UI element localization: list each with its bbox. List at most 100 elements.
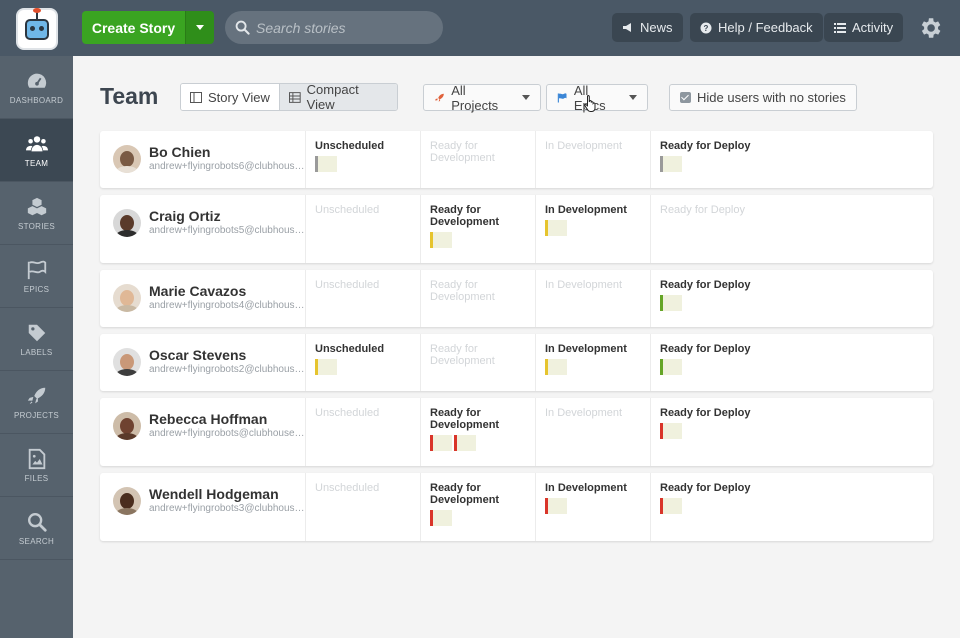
sidebar-item-label: TEAM (24, 158, 49, 168)
story-card-feature[interactable] (315, 359, 337, 375)
workflow-state-label: In Development (545, 407, 623, 419)
workflow-state-column: Unscheduled (306, 334, 421, 391)
question-icon: ? (700, 22, 712, 33)
all-projects-dropdown[interactable]: All Projects (423, 82, 541, 113)
dashboard-gauge-icon (27, 73, 46, 88)
member-info[interactable]: Craig Ortiz andrew+flyingrobots5@clubhous… (100, 195, 306, 263)
team-member-row[interactable]: Rebecca Hoffman andrew+flyingrobots@clubh… (100, 398, 933, 466)
all-projects-label: All Projects (451, 82, 499, 113)
stories-cubes-icon (27, 197, 46, 215)
team-users-icon (25, 135, 48, 151)
avatar[interactable] (113, 284, 141, 312)
team-member-row[interactable]: Wendell Hodgeman andrew+flyingrobots3@clu… (100, 473, 933, 541)
member-info[interactable]: Wendell Hodgeman andrew+flyingrobots3@clu… (100, 473, 306, 541)
sidebar-item-epics[interactable]: EPICS (0, 245, 73, 308)
team-member-row[interactable]: Bo Chien andrew+flyingrobots6@clubhouse.i… (100, 131, 933, 188)
story-card-feature[interactable] (545, 359, 567, 375)
member-info[interactable]: Marie Cavazos andrew+flyingrobots4@clubho… (100, 270, 306, 327)
workflow-state-label: Ready for Development (430, 279, 495, 303)
workflow-state-column: In Development (536, 334, 651, 391)
help-feedback-label: Help / Feedback (718, 20, 813, 35)
member-info[interactable]: Bo Chien andrew+flyingrobots6@clubhouse.i… (100, 131, 306, 188)
story-card-chore[interactable] (660, 359, 682, 375)
story-card-bug[interactable] (660, 498, 682, 514)
compact-view-button[interactable]: Compact View (279, 84, 397, 110)
story-card-bug[interactable] (430, 510, 452, 526)
workflow-state-label: Unscheduled (315, 204, 380, 216)
sidebar-item-label: STORIES (17, 221, 56, 231)
top-bar: Create Story News ? Help / Feedback Acti… (0, 0, 960, 56)
epics-flag-icon (27, 260, 46, 279)
create-story-button[interactable]: Create Story (82, 11, 214, 44)
workflow-state-label: Unscheduled (315, 482, 380, 494)
workflow-state-column: Unscheduled (306, 473, 421, 541)
workflow-state-label: Ready for Deploy (660, 407, 751, 419)
workflow-state-column: Ready for Development (421, 270, 536, 327)
story-card-unscheduled[interactable] (660, 156, 682, 172)
sidebar-item-search[interactable]: SEARCH (0, 497, 73, 560)
story-card-unscheduled[interactable] (315, 156, 337, 172)
hide-users-toggle[interactable]: Hide users with no stories (669, 84, 857, 111)
team-member-row[interactable]: Marie Cavazos andrew+flyingrobots4@clubho… (100, 270, 933, 327)
workflow-state-label: Unscheduled (315, 140, 385, 152)
workflow-state-column: Ready for Deploy (651, 473, 766, 541)
sidebar-item-files[interactable]: FILES (0, 434, 73, 497)
avatar[interactable] (113, 145, 141, 173)
member-name[interactable]: Rebecca Hoffman (149, 411, 305, 427)
chevron-down-icon (196, 25, 204, 30)
sidebar-item-labels[interactable]: LABELS (0, 308, 73, 371)
workflow-state-column: In Development (536, 398, 651, 466)
avatar[interactable] (113, 348, 141, 376)
sidebar-item-dashboard[interactable]: DASHBOARD (0, 56, 73, 119)
story-card-bug[interactable] (660, 423, 682, 439)
story-card-feature[interactable] (430, 232, 452, 248)
story-card-bug[interactable] (454, 435, 476, 451)
app-logo[interactable] (16, 8, 58, 50)
search-box[interactable] (225, 11, 443, 44)
team-member-row[interactable]: Craig Ortiz andrew+flyingrobots5@clubhous… (100, 195, 933, 263)
story-card-chore[interactable] (660, 295, 682, 311)
files-image-icon (28, 448, 45, 469)
search-input[interactable] (256, 19, 436, 36)
sidebar-item-label: PROJECTS (13, 410, 60, 420)
team-member-row[interactable]: Oscar Stevens andrew+flyingrobots2@clubho… (100, 334, 933, 391)
workflow-state-column: In Development (536, 195, 651, 263)
story-view-button[interactable]: Story View (181, 84, 279, 110)
activity-button[interactable]: Activity (824, 13, 904, 42)
story-card-feature[interactable] (545, 220, 567, 236)
member-name[interactable]: Bo Chien (149, 144, 305, 160)
megaphone-icon (623, 23, 631, 32)
avatar[interactable] (113, 209, 141, 237)
sidebar-item-stories[interactable]: STORIES (0, 182, 73, 245)
flag-icon (557, 92, 567, 103)
create-story-label[interactable]: Create Story (82, 11, 185, 44)
workflow-state-column: Ready for Development (421, 398, 536, 466)
workflow-state-label: Ready for Development (430, 407, 500, 431)
sidebar-item-team[interactable]: TEAM (0, 119, 73, 182)
workflow-state-column: Unscheduled (306, 195, 421, 263)
workflow-state-label: Ready for Deploy (660, 343, 751, 355)
settings-gear-icon[interactable] (917, 15, 943, 41)
avatar[interactable] (113, 412, 141, 440)
team-list: Bo Chien andrew+flyingrobots6@clubhouse.i… (100, 131, 933, 548)
help-feedback-button[interactable]: ? Help / Feedback (690, 13, 823, 42)
view-toggle: Story View Compact View (180, 83, 398, 111)
member-info[interactable]: Oscar Stevens andrew+flyingrobots2@clubho… (100, 334, 306, 391)
member-name[interactable]: Marie Cavazos (149, 283, 305, 299)
sidebar-item-label: EPICS (23, 284, 50, 294)
avatar[interactable] (113, 487, 141, 515)
story-card-bug[interactable] (430, 435, 452, 451)
workflow-state-column: In Development (536, 473, 651, 541)
news-button[interactable]: News (612, 13, 683, 42)
workflow-state-label: Ready for Deploy (660, 482, 751, 494)
checkbox-checked-icon[interactable] (680, 92, 691, 103)
workflow-state-label: Ready for Development (430, 204, 500, 228)
member-name[interactable]: Craig Ortiz (149, 208, 305, 224)
member-name[interactable]: Oscar Stevens (149, 347, 305, 363)
member-info[interactable]: Rebecca Hoffman andrew+flyingrobots@clubh… (100, 398, 306, 466)
workflow-state-label: Ready for Deploy (660, 279, 751, 291)
story-card-bug[interactable] (545, 498, 567, 514)
create-story-dropdown[interactable] (185, 11, 214, 44)
member-name[interactable]: Wendell Hodgeman (149, 486, 305, 502)
sidebar-item-projects[interactable]: PROJECTS (0, 371, 73, 434)
